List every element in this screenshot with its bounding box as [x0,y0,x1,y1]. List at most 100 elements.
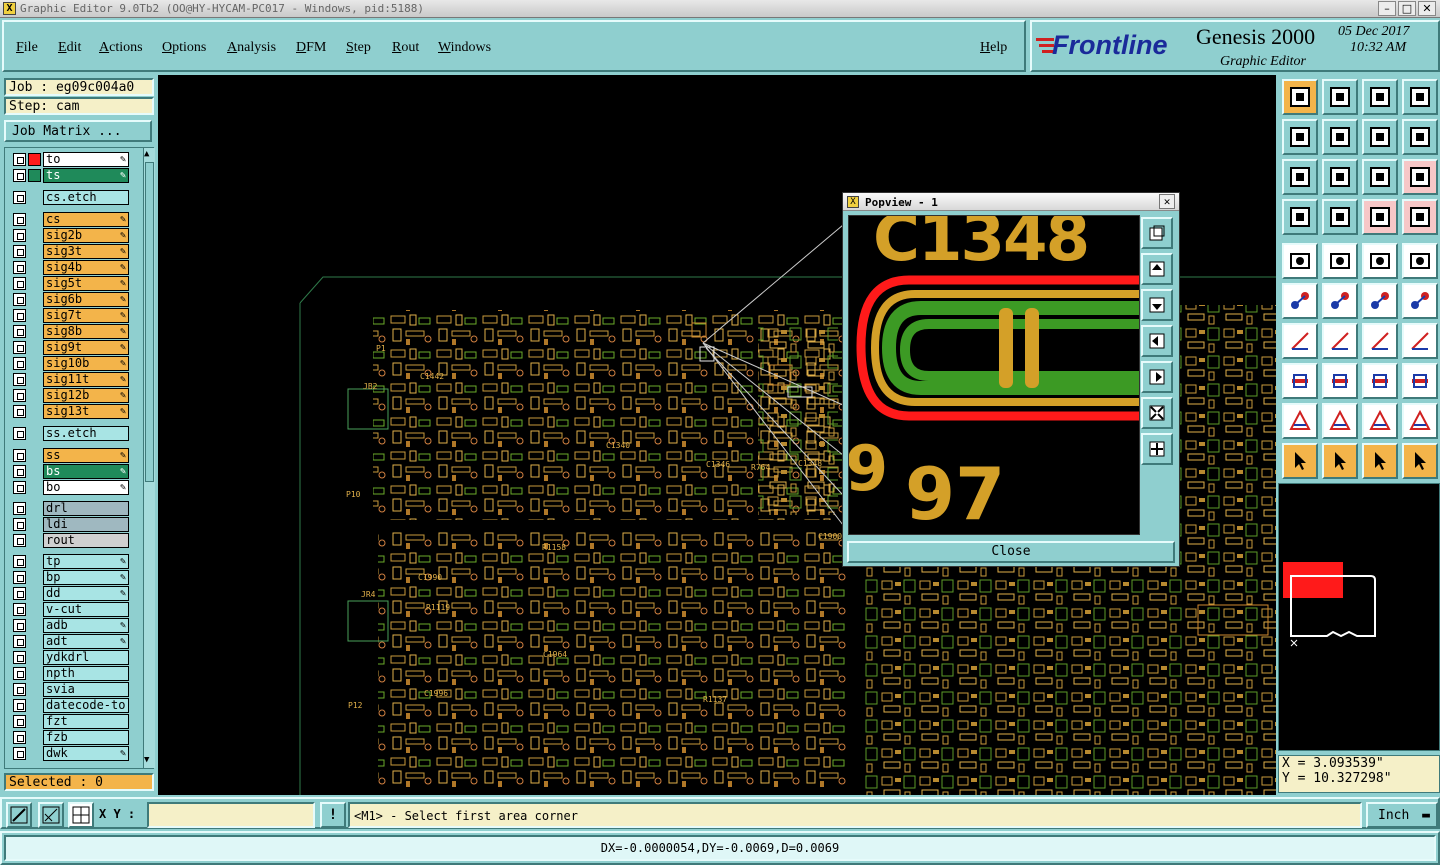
layer-name[interactable]: sig6b ✎ [43,292,129,307]
alert-button[interactable]: ! [320,802,346,828]
layer-row-sig12b[interactable]: sig12b ✎ [11,388,129,403]
ruler-icon[interactable] [1362,243,1398,279]
zoom-fit-icon[interactable] [1282,159,1318,195]
layer-row-datecode-to[interactable]: datecode-to [11,698,129,713]
layer-checkbox[interactable] [13,502,26,515]
layer-checkbox[interactable] [13,357,26,370]
scrollbar-thumb[interactable] [145,162,154,482]
popview-titlebar[interactable]: X Popview - 1 ✕ [843,193,1179,211]
layer-row-npth[interactable]: npth [11,666,129,681]
menu-step[interactable]: Step [346,40,371,56]
layer-row-cs[interactable]: cs ✎ [11,212,129,227]
split-icon[interactable] [1322,363,1358,399]
layer-name[interactable]: sig10b ✎ [43,356,129,371]
layer-color-swatch[interactable] [28,153,41,166]
home-icon[interactable] [1362,79,1398,115]
layer-name[interactable]: dd ✎ [43,586,129,601]
layer-name[interactable]: cs ✎ [43,212,129,227]
layer-name[interactable]: sig9t ✎ [43,340,129,355]
popview-pan-up-icon[interactable] [1141,253,1173,285]
layer-name[interactable]: bp ✎ [43,570,129,585]
net-alt-icon[interactable] [1402,199,1438,235]
zoom-center-icon[interactable] [1322,159,1358,195]
layer-color-swatch[interactable] [28,169,41,182]
layer-row-fzb[interactable]: fzb [11,730,129,745]
layer-name[interactable]: ldi [43,517,129,532]
layer-row-v-cut[interactable]: v-cut [11,602,129,617]
layer-row-dwk[interactable]: dwk ✎ [11,746,129,761]
layer-row-sig11t[interactable]: sig11t ✎ [11,372,129,387]
mirror-icon[interactable] [1402,323,1438,359]
layer-checkbox[interactable] [13,731,26,744]
layer-row-sig9t[interactable]: sig9t ✎ [11,340,129,355]
triangle-icon[interactable] [1282,403,1318,439]
layer-name[interactable]: svia [43,682,129,697]
layer-name[interactable]: sig13t ✎ [43,404,129,419]
layer-name[interactable]: sig12b ✎ [43,388,129,403]
layer-row-sig4b[interactable]: sig4b ✎ [11,260,129,275]
popview-pan-left-icon[interactable] [1141,325,1173,357]
layer-checkbox[interactable] [13,213,26,226]
popview-close-button[interactable]: Close [847,541,1175,563]
delete-node-icon[interactable] [1322,283,1358,319]
help-icon[interactable] [1402,159,1438,195]
popview-pan-right-icon[interactable] [1141,361,1173,393]
layer-checkbox[interactable] [13,405,26,418]
layer-name[interactable]: fzb [43,730,129,745]
layer-row-sig8b[interactable]: sig8b ✎ [11,324,129,339]
popview-zoom-canvas[interactable]: C1348 97 9 [848,215,1140,535]
layer-name[interactable]: tp ✎ [43,554,129,569]
layer-row-ydkdrl[interactable]: ydkdrl [11,650,129,665]
layer-name[interactable]: drl [43,501,129,516]
layer-name[interactable]: ss.etch [43,426,129,441]
layer-row-fzt[interactable]: fzt [11,714,129,729]
layer-name[interactable]: sig8b ✎ [43,324,129,339]
menu-dfm[interactable]: DFM [296,40,326,56]
layer-checkbox[interactable] [13,715,26,728]
layer-checkbox[interactable] [13,309,26,322]
layer-name[interactable]: sig2b ✎ [43,228,129,243]
layer-row-sig5t[interactable]: sig5t ✎ [11,276,129,291]
layer-name[interactable]: sig4b ✎ [43,260,129,275]
layer-row-ldi[interactable]: ldi [11,517,129,532]
add-line-icon[interactable] [1362,283,1398,319]
layer-checkbox[interactable] [13,699,26,712]
popview-zoom-out-icon[interactable] [1141,397,1173,429]
select-shape-icon[interactable] [1282,243,1318,279]
layer-name[interactable]: adb ✎ [43,618,129,633]
layer-name[interactable]: datecode-to [43,698,129,713]
pointer-select-icon[interactable] [1362,443,1398,479]
layer-checkbox[interactable] [13,571,26,584]
layer-row-ss.etch[interactable]: ss.etch [11,426,129,441]
layer-row-sig10b[interactable]: sig10b ✎ [11,356,129,371]
scale-one-icon[interactable] [1362,159,1398,195]
scroll-down-icon[interactable]: ▼ [144,754,149,766]
maximize-button[interactable]: □ [1398,1,1416,16]
flip-icon[interactable] [1362,119,1398,155]
zoom-area-icon[interactable] [6,802,32,828]
layer-row-sig7t[interactable]: sig7t ✎ [11,308,129,323]
layer-row-sig6b[interactable]: sig6b ✎ [11,292,129,307]
layer-name[interactable]: bo ✎ [43,480,129,495]
layer-checkbox[interactable] [13,587,26,600]
layer-checkbox[interactable] [13,465,26,478]
layer-checkbox[interactable] [13,229,26,242]
overview-map[interactable] [1278,483,1440,751]
layer-checkbox[interactable] [13,277,26,290]
layer-checkbox[interactable] [13,667,26,680]
layer-name[interactable]: to ✎ [43,152,129,167]
layer-name[interactable]: v-cut [43,602,129,617]
settings-icon[interactable] [1282,199,1318,235]
job-matrix-button[interactable]: Job Matrix ... [4,120,152,142]
pan-left-icon[interactable] [1282,119,1318,155]
point-icon[interactable] [1282,363,1318,399]
layer-row-sig3t[interactable]: sig3t ✎ [11,244,129,259]
layer-checkbox[interactable] [13,427,26,440]
layer-checkbox[interactable] [13,341,26,354]
layer-checkbox[interactable] [13,635,26,648]
layer-name[interactable]: sig5t ✎ [43,276,129,291]
menu-help[interactable]: Help [980,40,1007,56]
diagonal-icon[interactable] [1322,323,1358,359]
layer-checkbox[interactable] [13,555,26,568]
pan-right-icon[interactable] [1322,119,1358,155]
